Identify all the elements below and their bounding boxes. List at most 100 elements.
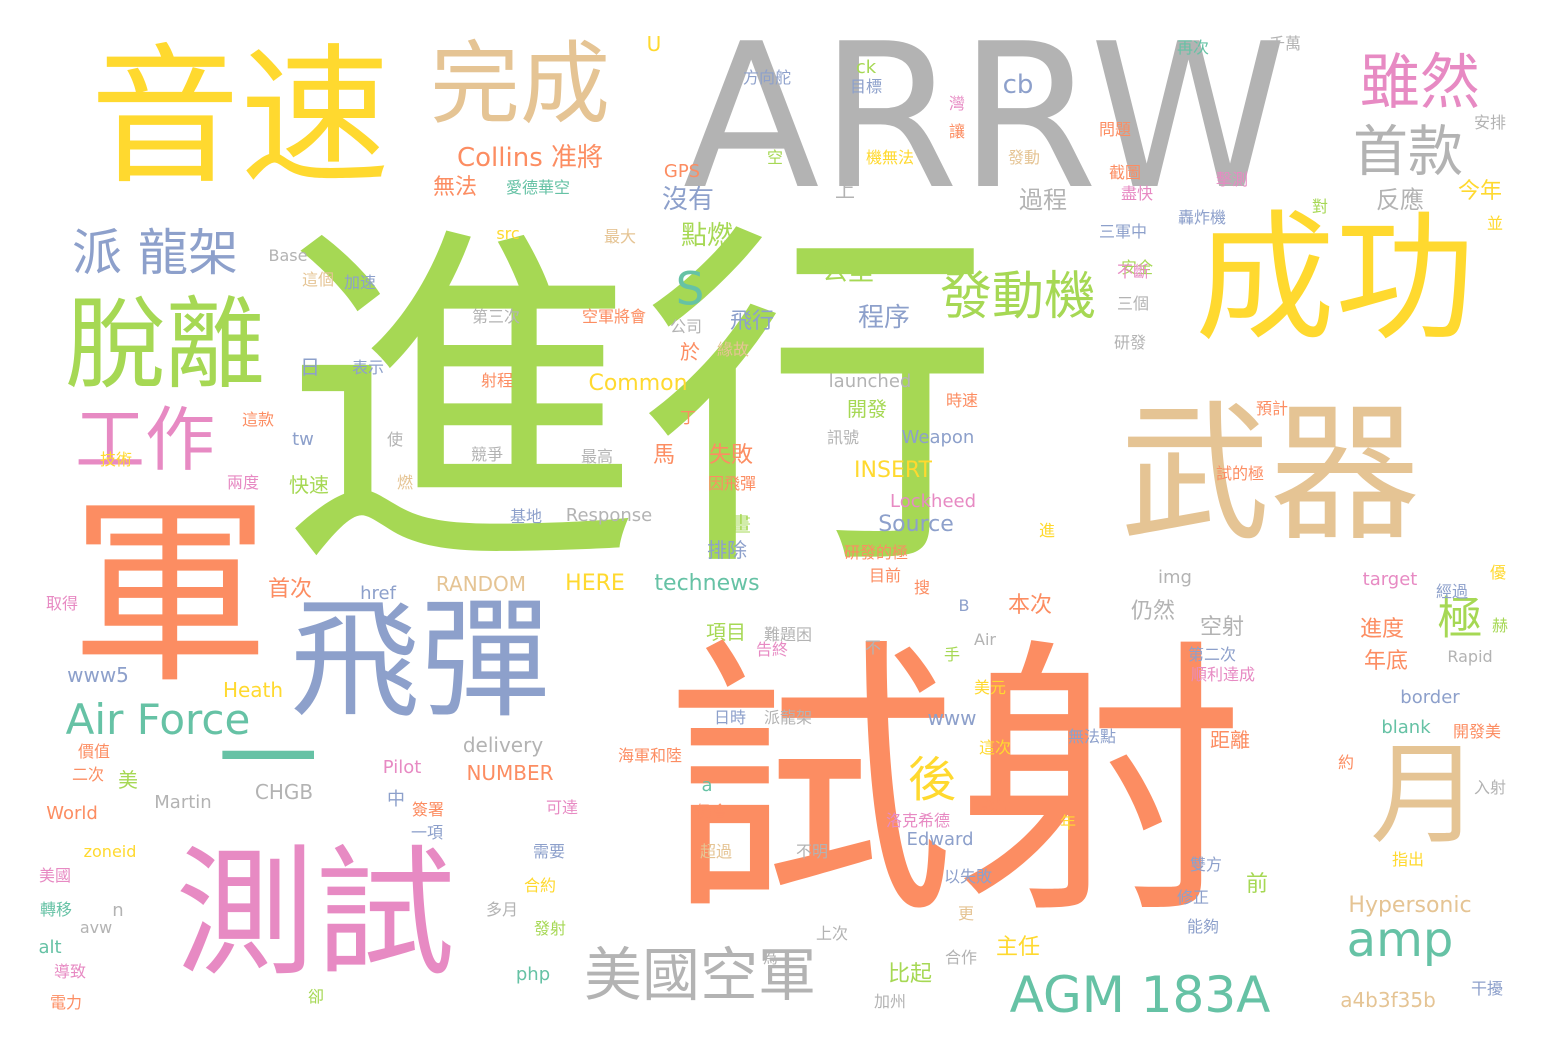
word-ganrao: 干擾 (1470, 979, 1504, 998)
word-jingguo: 經過 (1435, 582, 1469, 601)
word-xiuzheng: 修正 (1176, 888, 1210, 907)
word-gongli: 公里 (821, 257, 875, 287)
word-juli: 距離 (1210, 728, 1250, 752)
word-qude: 取得 (45, 594, 79, 613)
word-zhuren: 主任 (995, 935, 1041, 960)
word-jiasu: 加速 (343, 273, 377, 292)
word-feidan: 飛彈 (289, 584, 551, 736)
word-meiyuan: 美元 (973, 678, 1007, 697)
word-response: Response (565, 505, 653, 526)
word-src: src (496, 224, 520, 243)
word-he: 赫 (1491, 616, 1509, 635)
word-yanfa: 研發 (1113, 333, 1147, 352)
word-fadong: 發動 (1007, 148, 1041, 167)
word-zhege: 這個 (301, 270, 335, 289)
word-technews: technews (654, 571, 760, 596)
word-jishu: 技術 (99, 450, 133, 469)
word-air: Air (974, 630, 996, 649)
word-disanci: 第三次 (471, 307, 521, 326)
word-base: Base (268, 246, 308, 265)
word-agm-183a: AGM 183A (1009, 966, 1271, 1024)
word-qianshu: 簽署 (411, 800, 445, 819)
word-xunhao: 訊號 (826, 428, 860, 447)
word-meiguo-kongjun: 美國空軍 (583, 941, 817, 1009)
word-bu: 不 (864, 638, 882, 657)
word-fangxiangduo: 方向舵 (742, 68, 792, 87)
word-gps: GPS (663, 161, 701, 182)
word-wuqi: 武器 (1119, 388, 1421, 562)
word-sou: 搜 (913, 578, 931, 597)
word-niandi: 年底 (1363, 649, 1409, 674)
word-world: World (46, 803, 98, 824)
word-www: www (927, 706, 977, 730)
word-cloud: 進行 試射 ARRW 音速 成功 武器 軍 測試 飛彈 脫離 完成 月 雖然 首… (0, 0, 1548, 1052)
word-wufadian: 無法點 (1067, 727, 1117, 746)
word-dierci: 第二次 (1187, 645, 1237, 664)
word-rushe: 入射 (1473, 778, 1507, 797)
word-source: Source (878, 512, 954, 537)
word-amp: amp (1346, 912, 1454, 968)
word-buduan: 不斷 (1116, 262, 1150, 281)
word-yanfadeji: 研發的極 (843, 543, 909, 562)
word-benci: 本次 (1007, 593, 1053, 618)
word-a4b3f35b: a4b3f35b (1340, 988, 1436, 1012)
word-yishibai: 以失敗 (943, 867, 993, 886)
word-martin: Martin (154, 792, 212, 813)
word-biaoshi: 表示 (351, 358, 385, 377)
word-paichu: 排除 (707, 538, 747, 562)
word-que: 卻 (307, 987, 325, 1006)
word-href: href (360, 583, 396, 604)
word-mubiao: 目標 (849, 77, 883, 96)
word-heyue: 合約 (523, 876, 557, 895)
word-ma: 馬 (652, 443, 676, 468)
word-shi: 使 (386, 430, 404, 449)
word-rishi: 日時 (713, 708, 747, 727)
word-anpai: 安排 (1473, 113, 1507, 132)
word-zuigao: 最高 (580, 447, 614, 466)
word-yue: 月 (1370, 731, 1480, 859)
word-shou: 手 (943, 645, 961, 664)
word-gongzuo: 工作 (75, 399, 215, 481)
word-shuangfang: 雙方 (1189, 855, 1223, 874)
word-ji: 極 (1437, 591, 1483, 645)
word-suiran: 雖然 (1360, 48, 1480, 118)
word-shoukuan: 首款 (1352, 119, 1464, 184)
word-mei: 美 (118, 768, 138, 792)
word-here: HERE (565, 571, 625, 596)
word-jingzheng: 競爭 (470, 445, 504, 464)
word-yue-small: 約 (1337, 753, 1355, 772)
word-alt: alt (38, 937, 62, 958)
word-shouci: 首次 (267, 577, 313, 602)
word-hongzhaji: 轟炸機 (1177, 208, 1227, 227)
word-haijun-helu: 海軍和陸 (617, 746, 683, 765)
word-xiangmu: 項目 (706, 620, 746, 644)
word-pilot: Pilot (382, 757, 422, 778)
word-shangci: 上次 (815, 924, 849, 943)
word-jinnian: 今年 (1457, 179, 1503, 204)
word-yingpian: 影片 (978, 796, 1012, 815)
word-sanjunzhong: 三軍中 (1098, 222, 1148, 241)
word-ceshi: 測試 (174, 833, 456, 996)
word-collins: Collins 准將 (456, 143, 604, 173)
word-bing: 並 (1486, 214, 1504, 233)
word-jiwufa: 機無法 (865, 148, 915, 167)
word-erci: 二次 (71, 765, 105, 784)
word-weapon: Weapon (901, 427, 975, 448)
word-n: n (112, 900, 124, 921)
word-zhong: 中 (387, 789, 405, 810)
word-edward: Edward (906, 829, 974, 850)
word-delivery: delivery (462, 733, 544, 757)
word-jietu: 截圖 (1108, 163, 1142, 182)
word-gongsi: 公司 (669, 317, 703, 336)
word-random: RANDOM (435, 572, 527, 596)
word-tw: tw (292, 429, 314, 450)
word-jindu: 進度 (1359, 617, 1405, 642)
word-guocheng: 過程 (1019, 186, 1067, 214)
word-muqian: 目前 (868, 566, 902, 585)
word-rapid: Rapid (1447, 647, 1493, 666)
word-keda: 可達 (545, 798, 579, 817)
word-chaoguo: 超過 (699, 842, 733, 861)
word-meiguo: 美國 (38, 866, 72, 885)
word-feixing: 飛行 (729, 309, 775, 334)
word-duoyue: 多月 (485, 900, 519, 919)
